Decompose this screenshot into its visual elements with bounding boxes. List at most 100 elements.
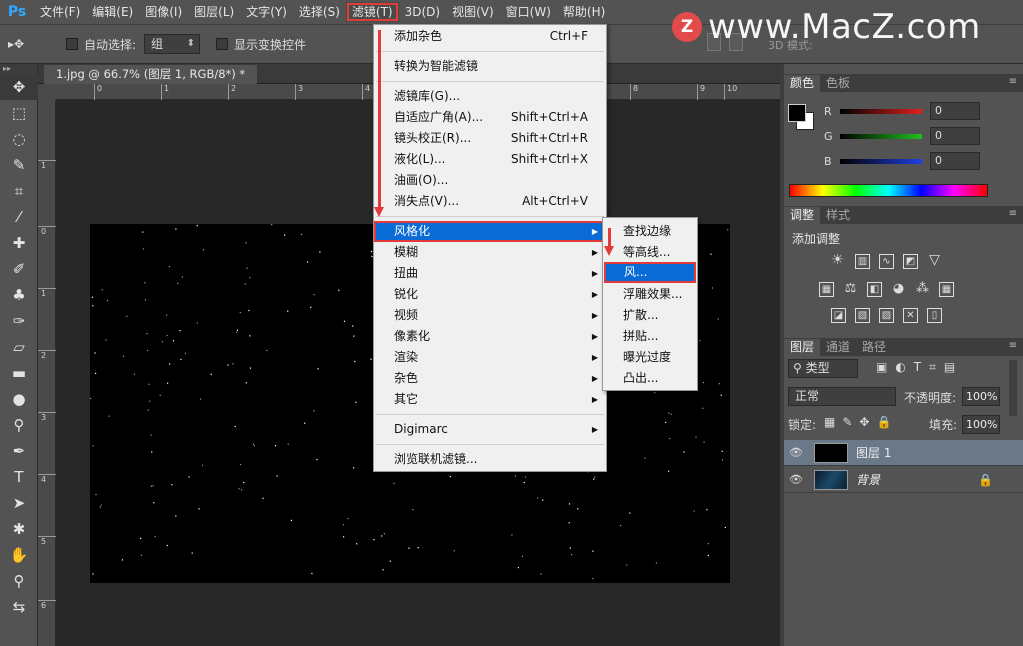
layers-scrollbar[interactable] [1009, 360, 1017, 416]
channel-slider[interactable] [840, 133, 922, 139]
stylize-wind[interactable]: 风... [604, 262, 696, 283]
posterize-icon[interactable]: ▧ [855, 308, 870, 323]
filter-oil-paint[interactable]: 油画(O)... [374, 170, 606, 191]
menu-select[interactable]: 选择(S) [293, 0, 346, 24]
crop-tool-icon[interactable]: ⌗ [0, 178, 38, 204]
fill-input[interactable]: 100% [962, 415, 1000, 434]
layer-filter-select[interactable]: ⚲ 类型 [788, 359, 858, 378]
panel-menu-icon[interactable]: ≡ [1009, 208, 1017, 219]
channel-slider[interactable] [840, 158, 922, 164]
tab-adjustments[interactable]: 调整 [784, 207, 821, 224]
channel-value-input[interactable]: 0 [930, 127, 980, 145]
color-lookup-icon[interactable]: ▦ [939, 282, 954, 297]
filter-adaptive-wide-angle[interactable]: 自适应广角(A)... Shift+Ctrl+A [374, 107, 606, 128]
lasso-tool-icon[interactable]: ◌ [0, 126, 38, 152]
filter-vanishing-point[interactable]: 消失点(V)... Alt+Ctrl+V [374, 191, 606, 212]
auto-select-target[interactable]: 组 [144, 34, 201, 54]
menu-edit[interactable]: 编辑(E) [86, 0, 139, 24]
tab-channels[interactable]: 通道 [820, 339, 856, 356]
color-balance-icon[interactable]: ⚖ [843, 282, 858, 297]
type-tool-icon[interactable]: T [0, 464, 38, 490]
lock-icons[interactable]: ▦✎✥🔒 [824, 415, 898, 429]
channel-mixer-icon[interactable]: ⁂ [915, 282, 930, 297]
path-select-tool-icon[interactable]: ➤ [0, 490, 38, 516]
brush-tool-icon[interactable]: ✐ [0, 256, 38, 282]
hue-saturation-icon[interactable]: ▦ [819, 282, 834, 297]
document-tab[interactable]: 1.jpg @ 66.7% (图层 1, RGB/8*) * [44, 65, 258, 84]
vibrance-icon[interactable]: ▽ [927, 253, 942, 269]
layer-row-layer1[interactable]: 👁 图层 1 [784, 440, 1023, 466]
dodge-tool-icon[interactable]: ⚲ [0, 412, 38, 438]
swap-colors-icon[interactable]: ⇆ [0, 594, 38, 620]
selective-color-icon[interactable]: ✕ [903, 308, 918, 323]
blend-mode-select[interactable]: 正常 [788, 387, 896, 406]
tool-palette-header[interactable]: ▸▸ [0, 64, 37, 74]
layer-row-background[interactable]: 👁 背景 🔒 [784, 467, 1023, 493]
menu-type[interactable]: 文字(Y) [240, 0, 293, 24]
filter-stylize[interactable]: 风格化 ▶ [374, 221, 606, 242]
menu-image[interactable]: 图像(I) [139, 0, 188, 24]
filter-pixelate[interactable]: 像素化 ▶ [374, 326, 606, 347]
stylize-solarize[interactable]: 曝光过度 [603, 347, 697, 368]
menu-view[interactable]: 视图(V) [446, 0, 500, 24]
opacity-input[interactable]: 100% [962, 387, 1000, 406]
filter-digimarc[interactable]: Digimarc ▶ [374, 419, 606, 440]
stylize-find-edges[interactable]: 查找边缘 [603, 221, 697, 242]
filter-add-noise[interactable]: 添加杂色 Ctrl+F [374, 26, 606, 47]
invert-icon[interactable]: ◪ [831, 308, 846, 323]
hand-tool-icon[interactable]: ✋ [0, 542, 38, 568]
eyedropper-tool-icon[interactable]: ⁄ [0, 204, 38, 230]
filter-noise[interactable]: 杂色 ▶ [374, 368, 606, 389]
stylize-emboss[interactable]: 浮雕效果... [603, 284, 697, 305]
zoom-tool-icon[interactable]: ⚲ [0, 568, 38, 594]
filter-sharpen[interactable]: 锐化 ▶ [374, 284, 606, 305]
filter-video[interactable]: 视频 ▶ [374, 305, 606, 326]
move-tool-preset[interactable]: ▸✥ [8, 31, 50, 57]
history-brush-tool-icon[interactable]: ✑ [0, 308, 38, 334]
filter-lens-correction[interactable]: 镜头校正(R)... Shift+Ctrl+R [374, 128, 606, 149]
filter-blur[interactable]: 模糊 ▶ [374, 242, 606, 263]
show-transform-toggle[interactable]: 显示变换控件 [216, 36, 306, 53]
healing-brush-tool-icon[interactable]: ✚ [0, 230, 38, 256]
panel-menu-icon[interactable]: ≡ [1009, 76, 1017, 87]
layer-filter-icons[interactable]: ▣◐T⌗▤ [876, 360, 963, 375]
marquee-tool-icon[interactable]: ⬚ [0, 100, 38, 126]
color-spectrum-bar[interactable] [789, 184, 988, 197]
menu-help[interactable]: 帮助(H) [557, 0, 611, 24]
channel-slider[interactable] [840, 108, 922, 114]
clone-stamp-tool-icon[interactable]: ♣ [0, 282, 38, 308]
foreground-color-swatch[interactable] [788, 104, 806, 122]
stylize-diffuse[interactable]: 扩散... [603, 305, 697, 326]
menu-window[interactable]: 窗口(W) [500, 0, 557, 24]
brightness-icon[interactable]: ☀ [830, 253, 845, 269]
filter-convert-smart[interactable]: 转换为智能滤镜 [374, 56, 606, 77]
stylize-tiles[interactable]: 拼贴... [603, 326, 697, 347]
panel-menu-icon[interactable]: ≡ [1009, 340, 1017, 351]
menu-layer[interactable]: 图层(L) [188, 0, 240, 24]
gradient-tool-icon[interactable]: ▬ [0, 360, 38, 386]
vertical-ruler[interactable]: 1 0 1 2 3 4 5 6 [38, 100, 56, 646]
menu-filter[interactable]: 滤镜(T) [345, 2, 399, 22]
channel-value-input[interactable]: 0 [930, 152, 980, 170]
filter-browse-online[interactable]: 浏览联机滤镜... [374, 449, 606, 470]
eye-icon[interactable]: 👁 [784, 473, 808, 486]
threshold-icon[interactable]: ▨ [879, 308, 894, 323]
quick-select-tool-icon[interactable]: ✎ [0, 152, 38, 178]
photo-filter-icon[interactable]: ◕ [891, 282, 906, 297]
channel-value-input[interactable]: 0 [930, 102, 980, 120]
filter-other[interactable]: 其它 ▶ [374, 389, 606, 410]
tab-layers[interactable]: 图层 [784, 339, 821, 356]
stylize-extrude[interactable]: 凸出... [603, 368, 697, 389]
curves-icon[interactable]: ∿ [879, 254, 894, 269]
eraser-tool-icon[interactable]: ▱ [0, 334, 38, 360]
blur-tool-icon[interactable]: ● [0, 386, 38, 412]
menu-3d[interactable]: 3D(D) [399, 0, 446, 24]
stylize-contour[interactable]: 等高线... [603, 242, 697, 263]
filter-liquify[interactable]: 液化(L)... Shift+Ctrl+X [374, 149, 606, 170]
filter-render[interactable]: 渲染 ▶ [374, 347, 606, 368]
tab-color[interactable]: 颜色 [784, 75, 821, 92]
filter-gallery[interactable]: 滤镜库(G)... [374, 86, 606, 107]
shape-tool-icon[interactable]: ✱ [0, 516, 38, 542]
eye-icon[interactable]: 👁 [784, 446, 808, 459]
pen-tool-icon[interactable]: ✒ [0, 438, 38, 464]
